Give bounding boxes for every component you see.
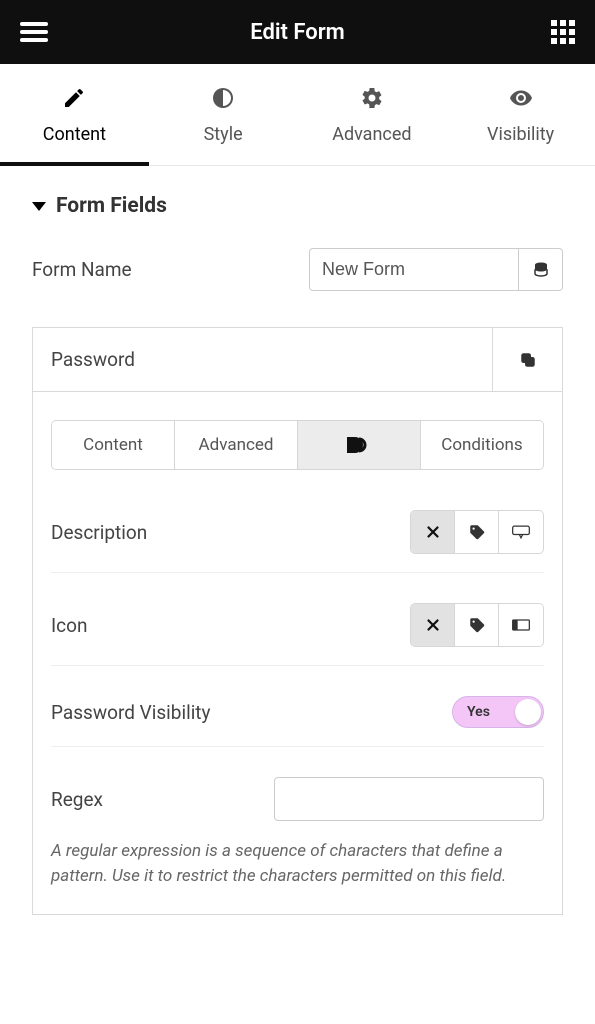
tag-icon: [468, 523, 486, 541]
icon-mode-none[interactable]: [411, 604, 455, 646]
copy-icon: [519, 351, 537, 369]
icon-mode-tag[interactable]: [455, 604, 499, 646]
description-row: Description: [51, 480, 544, 573]
description-label: Description: [51, 521, 147, 544]
regex-input[interactable]: [274, 777, 544, 821]
password-visibility-row: Password Visibility Yes: [51, 666, 544, 747]
tab-label: Visibility: [487, 124, 554, 145]
tag-icon: [468, 616, 486, 634]
tab-label: Style: [204, 124, 243, 145]
app-header: Edit Form: [0, 0, 595, 64]
regex-row: Regex: [51, 747, 544, 829]
card-body: Content Advanced Conditions Description: [33, 392, 562, 914]
form-name-row: Form Name: [32, 248, 563, 291]
icon-row: Icon: [51, 573, 544, 666]
gear-icon: [360, 86, 384, 110]
description-mode-none[interactable]: [411, 511, 455, 553]
close-icon: [424, 616, 442, 634]
regex-help-text: A regular expression is a sequence of ch…: [51, 829, 544, 894]
tab-style[interactable]: Style: [149, 64, 298, 165]
card-title[interactable]: Password: [33, 328, 492, 391]
contrast-icon: [211, 86, 235, 110]
form-name-input[interactable]: [309, 248, 519, 291]
inner-tab-content[interactable]: Content: [52, 421, 175, 469]
inner-tab-conditions[interactable]: Conditions: [421, 421, 543, 469]
description-mode-group: [410, 510, 544, 554]
password-visibility-toggle[interactable]: Yes: [452, 696, 544, 728]
field-card-password: Password Content Advanced Conditions Des…: [32, 327, 563, 915]
box-icon: [511, 617, 531, 633]
close-icon: [424, 523, 442, 541]
icon-mode-group: [410, 603, 544, 647]
tab-visibility[interactable]: Visibility: [446, 64, 595, 165]
section-header[interactable]: Form Fields: [32, 194, 563, 218]
card-header: Password: [33, 328, 562, 392]
menu-button[interactable]: [20, 22, 48, 42]
tab-label: Content: [43, 124, 106, 145]
apps-grid-button[interactable]: [551, 20, 575, 44]
icon-mode-box[interactable]: [499, 604, 543, 646]
inner-tab-advanced[interactable]: Advanced: [175, 421, 298, 469]
form-name-label: Form Name: [32, 258, 132, 281]
description-mode-tooltip[interactable]: [499, 511, 543, 553]
password-visibility-label: Password Visibility: [51, 701, 211, 724]
toggle-label: Yes: [467, 704, 490, 720]
regex-label: Regex: [51, 788, 103, 811]
section-title: Form Fields: [56, 194, 167, 218]
duplicate-button[interactable]: [492, 328, 562, 391]
pencil-icon: [62, 86, 86, 110]
eye-icon: [509, 86, 533, 110]
main-tabs: Content Style Advanced Visibility: [0, 64, 595, 166]
tab-content[interactable]: Content: [0, 64, 149, 165]
inner-tabs: Content Advanced Conditions: [51, 420, 544, 470]
caret-down-icon: [32, 202, 46, 211]
form-name-group: [309, 248, 563, 291]
description-mode-tag[interactable]: [455, 511, 499, 553]
d-logo-icon: [345, 435, 373, 455]
tab-advanced[interactable]: Advanced: [298, 64, 447, 165]
page-title: Edit Form: [250, 20, 345, 45]
inner-tab-d-logo[interactable]: [298, 421, 421, 469]
form-name-dynamic-button[interactable]: [519, 248, 563, 291]
tab-label: Advanced: [332, 124, 411, 145]
form-fields-section: Form Fields Form Name Password Content A…: [0, 166, 595, 943]
database-icon: [532, 261, 550, 279]
tooltip-icon: [511, 524, 531, 540]
icon-label: Icon: [51, 614, 87, 637]
toggle-knob: [515, 699, 541, 725]
